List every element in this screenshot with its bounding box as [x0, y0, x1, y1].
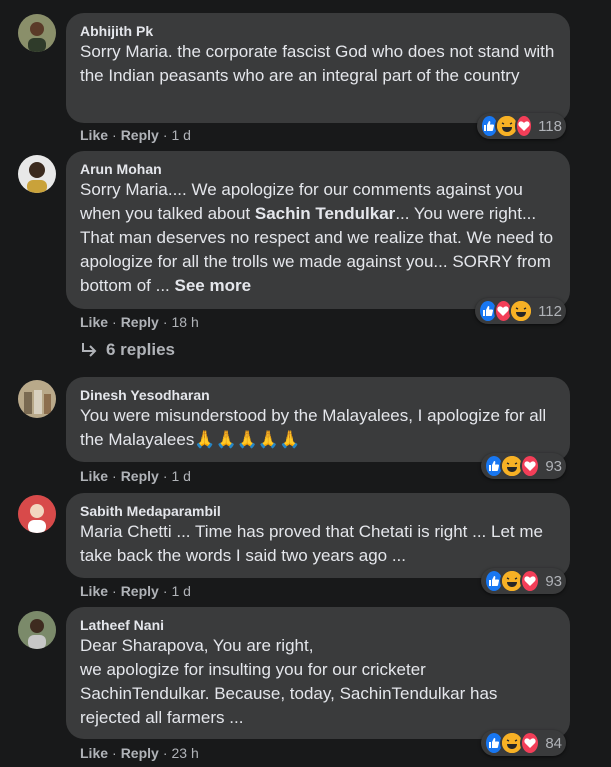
- comment-text: Sorry Maria.... We apologize for our com…: [80, 180, 554, 295]
- comment-actions: Like · Reply · 1 d: [80, 468, 191, 484]
- reaction-summary[interactable]: 93: [481, 568, 566, 594]
- love-reaction-icon: [520, 569, 541, 593]
- like-button[interactable]: Like: [80, 583, 108, 599]
- reaction-count: 118: [538, 117, 562, 135]
- comment-text: Dear Sharapova, You are right, we apologi…: [80, 636, 498, 727]
- reply-button[interactable]: Reply: [121, 583, 159, 599]
- reaction-count: 112: [538, 302, 562, 320]
- comment-actions: Like · Reply · 18 h: [80, 314, 199, 330]
- reaction-summary[interactable]: 84: [481, 730, 566, 756]
- comment-bubble: Sabith Medaparambil Maria Chetti ... Tim…: [66, 493, 570, 578]
- comment-time[interactable]: 23 h: [171, 745, 198, 761]
- comment-time[interactable]: 1 d: [171, 468, 190, 484]
- like-button[interactable]: Like: [80, 468, 108, 484]
- comment-time[interactable]: 1 d: [171, 583, 190, 599]
- comment-actions: Like · Reply · 1 d: [80, 583, 191, 599]
- comment-bubble: Latheef Nani Dear Sharapova, You are rig…: [66, 607, 570, 739]
- reaction-summary[interactable]: 118: [477, 113, 566, 139]
- like-button[interactable]: Like: [80, 314, 108, 330]
- love-reaction-icon: [520, 454, 541, 478]
- comment-text: You were misunderstood by the Malayalees…: [80, 406, 547, 449]
- comment-author[interactable]: Latheef Nani: [80, 616, 556, 634]
- comment-bubble: Abhijith Pk Sorry Maria. the corporate f…: [66, 13, 570, 123]
- avatar[interactable]: [18, 495, 56, 533]
- see-more-link[interactable]: See more: [175, 276, 252, 295]
- like-button[interactable]: Like: [80, 127, 108, 143]
- like-button[interactable]: Like: [80, 745, 108, 761]
- reply-button[interactable]: Reply: [121, 127, 159, 143]
- avatar[interactable]: [18, 155, 56, 193]
- love-reaction-icon: [520, 731, 541, 755]
- reaction-count: 93: [545, 572, 562, 590]
- reaction-summary[interactable]: 112: [475, 298, 566, 324]
- comment-author[interactable]: Abhijith Pk: [80, 22, 556, 40]
- comment-text: Maria Chetti ... Time has proved that Ch…: [80, 522, 543, 565]
- comment-text: Sorry Maria. the corporate fascist God w…: [80, 42, 555, 85]
- reaction-count: 84: [545, 734, 562, 752]
- avatar[interactable]: [18, 380, 56, 418]
- reply-arrow-icon: [82, 343, 97, 357]
- reaction-summary[interactable]: 93: [481, 453, 566, 479]
- avatar[interactable]: [18, 14, 56, 52]
- mention[interactable]: Sachin Tendulkar: [255, 204, 395, 223]
- avatar[interactable]: [18, 611, 56, 649]
- love-reaction-icon: [514, 114, 534, 138]
- comment-bubble: Arun Mohan Sorry Maria.... We apologize …: [66, 151, 570, 309]
- view-replies-link[interactable]: 6 replies: [80, 340, 175, 360]
- comment-time[interactable]: 1 d: [171, 127, 190, 143]
- comment-actions: Like · Reply · 1 d: [80, 127, 191, 143]
- reply-button[interactable]: Reply: [121, 745, 159, 761]
- comment-author[interactable]: Dinesh Yesodharan: [80, 386, 556, 404]
- haha-reaction-icon: [509, 299, 534, 323]
- comment-author[interactable]: Arun Mohan: [80, 160, 556, 178]
- reply-button[interactable]: Reply: [121, 468, 159, 484]
- reaction-count: 93: [545, 457, 562, 475]
- comment-author[interactable]: Sabith Medaparambil: [80, 502, 556, 520]
- comment-bubble: Dinesh Yesodharan You were misunderstood…: [66, 377, 570, 462]
- comment-actions: Like · Reply · 23 h: [80, 745, 199, 761]
- replies-count-label: 6 replies: [106, 340, 175, 359]
- reply-button[interactable]: Reply: [121, 314, 159, 330]
- comment-time[interactable]: 18 h: [171, 314, 198, 330]
